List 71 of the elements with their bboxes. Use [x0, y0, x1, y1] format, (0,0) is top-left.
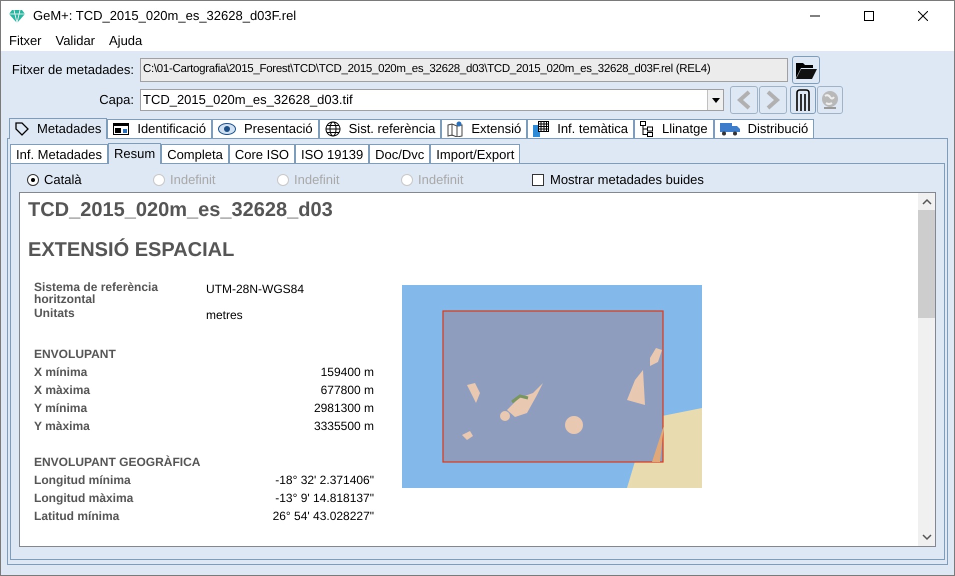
tab[interactable]: Llinatge	[634, 119, 714, 138]
subtab[interactable]: Completa	[161, 144, 229, 163]
card-icon	[113, 123, 130, 135]
tag-icon	[15, 122, 29, 136]
globe-icon	[820, 90, 840, 110]
subtab[interactable]: Doc/Dvc	[369, 144, 430, 163]
field-label: Latitud mínima	[34, 508, 120, 525]
field-value: 677800 m	[320, 382, 374, 399]
field-value: 26° 54' 43.028227"	[272, 508, 374, 525]
subtab[interactable]: Core ISO	[228, 144, 296, 163]
maximize-icon	[864, 11, 874, 21]
group-heading: ENVOLUPANT	[34, 346, 117, 363]
menu-item[interactable]: Fitxer	[9, 31, 42, 51]
checkbox[interactable]	[532, 174, 544, 186]
tab[interactable]: Distribució	[714, 119, 814, 138]
tab[interactable]: Extensió	[441, 119, 528, 138]
field-label: Y màxima	[34, 418, 90, 435]
field-label: X màxima	[34, 382, 90, 399]
group-heading: ENVOLUPANT GEOGRÀFICA	[34, 454, 202, 471]
subtab[interactable]: Import/Export	[430, 144, 520, 163]
field-value: -18° 32' 2.371406"	[275, 472, 374, 489]
field-value: -13° 9' 14.818137"	[275, 490, 374, 507]
truck-icon	[720, 122, 740, 136]
chevron-right-icon	[766, 90, 780, 110]
open-folder-button[interactable]	[792, 56, 820, 84]
field-label: Y mínima	[34, 400, 88, 417]
field-label: Sistema de referència horitzontal	[34, 281, 160, 305]
tab[interactable]: Presentació	[212, 119, 319, 138]
field-value: 159400 m	[320, 364, 374, 381]
field-value: 2981300 m	[314, 400, 374, 417]
field-label: X mínima	[34, 364, 88, 381]
subtab[interactable]: Inf. Metadades	[10, 144, 108, 163]
radio-label: Indefinit	[418, 171, 464, 190]
tab[interactable]: Sist. referència	[318, 119, 442, 138]
menu-item[interactable]: Ajuda	[109, 31, 142, 51]
eye-icon	[218, 123, 236, 135]
tree-icon	[640, 121, 654, 137]
tab[interactable]: Inf. temàtica	[527, 119, 634, 138]
menu-item[interactable]: Validar	[56, 31, 96, 51]
subtab[interactable]: ISO 19139	[295, 144, 370, 163]
close-icon	[918, 11, 928, 21]
layer-dropdown[interactable]: TCD_2015_020m_es_32628_d03.tif	[140, 89, 724, 111]
field-value: UTM-28N-WGS84	[206, 281, 304, 297]
gem-icon	[9, 10, 25, 22]
chevron-left-icon	[737, 90, 751, 110]
document-title: TCD_2015_020m_es_32628_d03	[28, 198, 334, 223]
scrollbar[interactable]	[918, 193, 935, 546]
radio-label: Indefinit	[170, 171, 216, 190]
columns-icon	[795, 89, 811, 111]
field-value: 3335500 m	[314, 418, 374, 435]
folder-icon	[795, 61, 817, 79]
metadata-button[interactable]	[790, 86, 816, 114]
checkbox-label: Mostrar metadades buides	[550, 171, 704, 190]
field-label: Fitxer de metadades:	[10, 61, 135, 80]
globe-icon	[324, 121, 341, 137]
radio-label: Indefinit	[294, 171, 340, 190]
radio-label: Català	[44, 171, 82, 190]
field-label: Capa:	[98, 91, 135, 110]
tab[interactable]: Metadades	[9, 118, 108, 139]
field-label: Longitud màxima	[34, 490, 134, 507]
tab[interactable]: Identificació	[107, 119, 212, 138]
field-value: metres	[206, 307, 243, 323]
radio-button[interactable]	[27, 174, 39, 186]
table-icon	[533, 121, 550, 137]
subtab[interactable]: Resum	[108, 143, 162, 164]
section-heading: EXTENSIÓ ESPACIAL	[28, 237, 236, 263]
window-title: GeM+: TCD_2015_020m_es_32628_d03F.rel	[33, 7, 298, 26]
file-path-field[interactable]: C:\01-Cartografia\2015_Forest\TCD\TCD_2015_020m_es_32628_d03\TCD_2015_020m_es_32628_d03F.rel (REL4)	[140, 58, 788, 82]
field-label: Unitats	[34, 307, 76, 319]
field-label: Longitud mínima	[34, 472, 131, 489]
map-icon	[447, 121, 464, 137]
